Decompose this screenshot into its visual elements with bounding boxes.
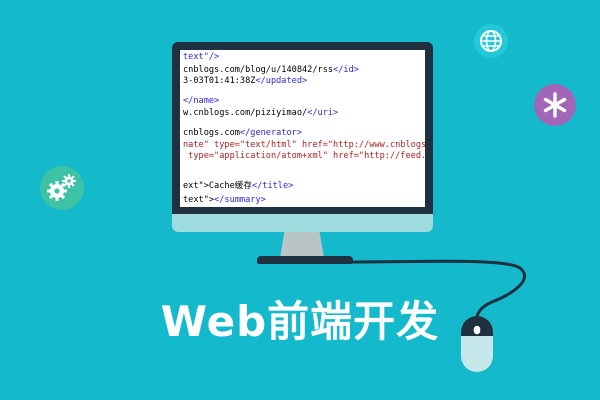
banner-title: Web前端开发 bbox=[160, 297, 440, 346]
code-line: 3-03T01:41:38Z</updated> bbox=[183, 76, 308, 86]
code-line: text"/> bbox=[183, 52, 220, 62]
monitor-chin bbox=[172, 214, 433, 232]
code-line: cnblogs.com</generator> bbox=[183, 128, 303, 138]
code-line: type="application/atom+xml" href="http:/… bbox=[183, 151, 425, 161]
monitor-stand-base bbox=[257, 256, 353, 264]
code-line: w.cnblogs.com/piziyimao/</uri> bbox=[183, 108, 339, 118]
globe-icon bbox=[474, 24, 508, 58]
code-line: cnblogs.com/blog/u/140842/rss</id> bbox=[183, 65, 359, 75]
gears-icon bbox=[40, 166, 84, 210]
banner-scene: text"/> cnblogs.com/blog/u/140842/rss</i… bbox=[0, 0, 600, 400]
monitor-screen: text"/> cnblogs.com/blog/u/140842/rss</i… bbox=[180, 50, 425, 207]
monitor-stand-neck bbox=[280, 232, 324, 258]
code-line: nate" type="text/html" href="http://www.… bbox=[183, 140, 425, 150]
code-line: ext">Cache缓存</title> bbox=[183, 181, 294, 191]
asterisk-icon bbox=[534, 84, 576, 126]
code-line: </name> bbox=[183, 96, 220, 106]
code-line: text"></summary> bbox=[183, 195, 266, 205]
